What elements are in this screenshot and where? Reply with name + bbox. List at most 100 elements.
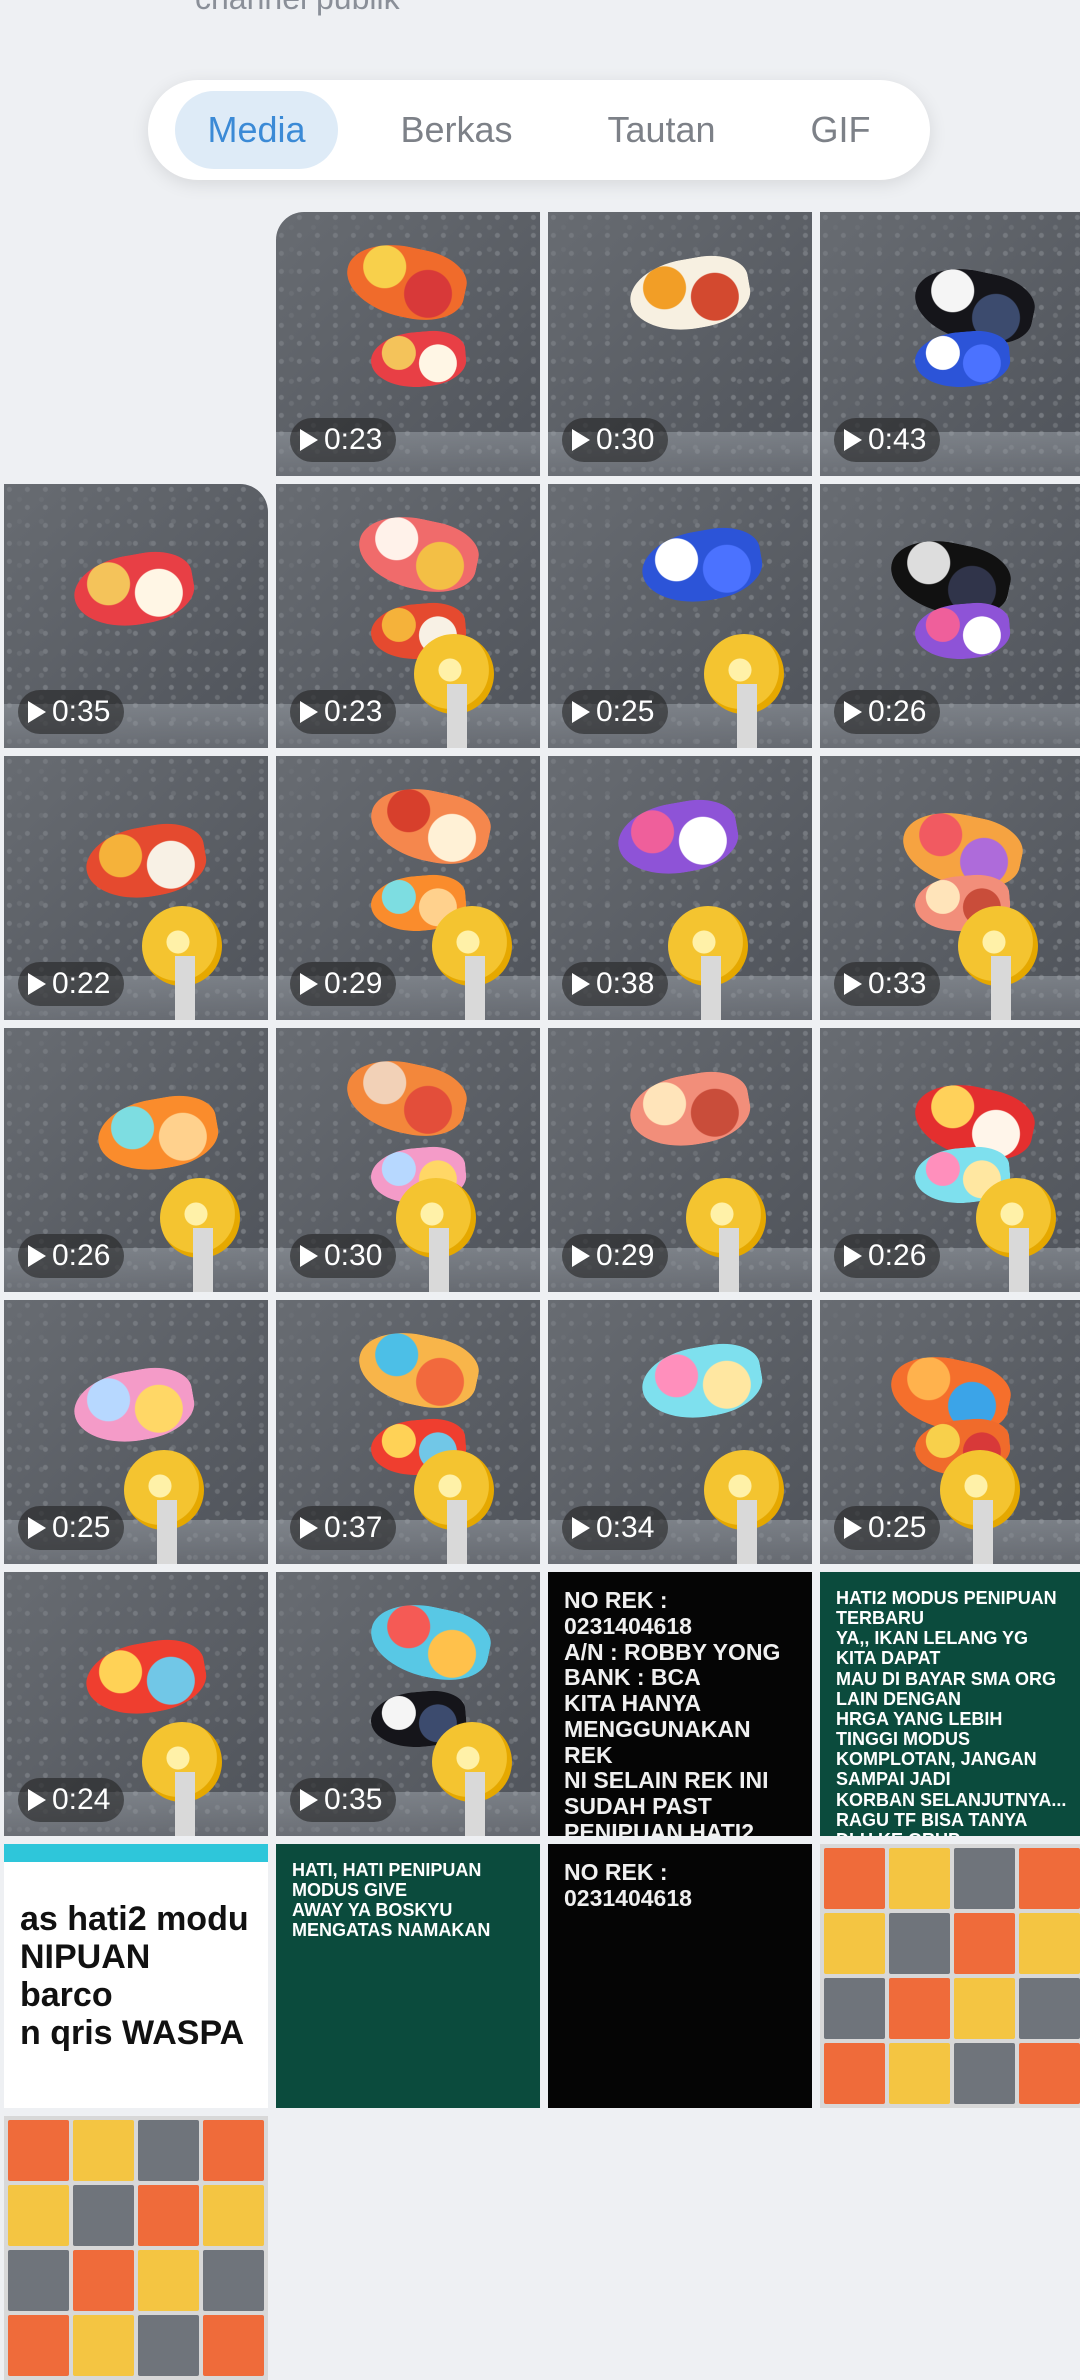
video-duration-badge: 0:30 [290,1234,397,1278]
video-duration-badge: 0:23 [290,418,397,462]
duration-label: 0:24 [52,1783,111,1816]
image-text-line: HATI2 MODUS PENIPUAN TERBARU [836,1588,1057,1629]
video-thumbnail[interactable]: 0:23 [276,484,540,748]
text-image-thumbnail[interactable]: NO REK : 0231404618 A/N : ROBBY YONG BANK … [548,1572,812,1836]
video-thumbnail[interactable]: 0:34 [548,1300,812,1564]
collage-tile [1019,1913,1080,1974]
video-thumbnail[interactable]: 0:35 [276,1572,540,1836]
video-duration-badge: 0:23 [290,690,397,734]
image-text-line: MAU DI BAYAR SMA ORG LAIN DENGAN [836,1668,1057,1709]
tab-files[interactable]: Berkas [368,91,544,169]
collage-tile [203,2120,264,2181]
collage-tile [73,2120,134,2181]
video-thumbnail[interactable]: 0:30 [548,212,812,476]
play-icon [844,701,862,723]
video-duration-badge: 0:24 [18,1778,125,1822]
aquarium-stick [175,956,195,1020]
image-text: NO REK : 0231404618 A/N : ROBBY YONG BANK … [548,1572,812,1836]
video-thumbnail[interactable]: 0:43 [820,212,1080,476]
betta-fish [352,1323,484,1417]
video-thumbnail[interactable]: 0:33 [820,756,1080,1020]
play-icon [572,701,590,723]
video-duration-badge: 0:26 [18,1234,125,1278]
video-thumbnail[interactable]: 0:25 [820,1300,1080,1564]
betta-fish [624,1065,756,1155]
duration-label: 0:30 [596,423,655,456]
collage-tile [889,1848,950,1909]
play-icon [844,973,862,995]
video-duration-badge: 0:35 [290,1778,397,1822]
aquarium-stick [157,1500,177,1564]
aquarium-stick [719,1228,739,1292]
collage-tile [824,1978,885,2039]
collage-tile [203,2250,264,2311]
video-duration-badge: 0:25 [562,690,669,734]
video-thumbnail[interactable]: 0:26 [4,1028,268,1292]
image-text-line: NIPUAN barco [20,1938,151,2015]
video-thumbnail[interactable]: 0:37 [276,1300,540,1564]
video-thumbnail[interactable]: 0:26 [820,1028,1080,1292]
aquarium-stick [737,684,757,748]
video-duration-badge: 0:30 [562,418,669,462]
tab-gif[interactable]: GIF [778,91,902,169]
betta-fish [624,249,756,339]
play-icon [572,429,590,451]
duration-label: 0:34 [596,1511,655,1544]
image-text-line: BANK : BCA [564,1664,701,1691]
image-text: HATI2 MODUS PENIPUAN TERBARU YA,, IKAN LE… [820,1572,1080,1836]
betta-fish [912,599,1013,664]
text-image-thumbnail[interactable]: as hati2 modu NIPUAN barco n qris WASPA [4,1844,268,2108]
video-thumbnail[interactable]: 0:24 [4,1572,268,1836]
play-icon [572,973,590,995]
video-thumbnail[interactable]: 0:22 [4,756,268,1020]
video-duration-badge: 0:29 [290,962,397,1006]
video-thumbnail[interactable]: 0:26 [820,484,1080,748]
play-icon [28,1517,46,1539]
collage-thumbnail[interactable] [4,2116,268,2380]
play-icon [28,701,46,723]
video-thumbnail[interactable]: 0:29 [276,756,540,1020]
image-text-line: as hati2 modu [20,1900,249,1938]
image-text-line: HRGA YANG LEBIH TINGGI MODUS [836,1708,1003,1750]
image-text-line: KITA HANYA MENGGUNAKAN REK [564,1690,751,1768]
video-thumbnail[interactable]: 0:35 [4,484,268,748]
duration-label: 0:23 [324,695,383,728]
play-icon [300,429,318,451]
collage-tile [138,2250,199,2311]
play-icon [844,1517,862,1539]
collage-tile [889,1913,950,1974]
video-thumbnail[interactable]: 0:29 [548,1028,812,1292]
text-image-thumbnail[interactable]: NO REK : 0231404618 [548,1844,812,2108]
betta-fish [364,1595,496,1689]
play-icon [844,429,862,451]
betta-fish [80,1633,212,1723]
duration-label: 0:35 [52,695,111,728]
video-thumbnail[interactable]: 0:38 [548,756,812,1020]
collage-tile [73,2250,134,2311]
image-text-line: NO REK : 0231404618 [564,1859,692,1911]
video-duration-badge: 0:38 [562,962,669,1006]
text-image-thumbnail[interactable]: HATI2 MODUS PENIPUAN TERBARU YA,, IKAN LE… [820,1572,1080,1836]
play-icon [572,1245,590,1267]
video-thumbnail[interactable]: 0:23 [276,212,540,476]
video-thumbnail[interactable]: 0:30 [276,1028,540,1292]
video-thumbnail[interactable]: 0:25 [4,1300,268,1564]
aquarium-stick [193,1228,213,1292]
duration-label: 0:25 [868,1511,927,1544]
play-icon [572,1517,590,1539]
betta-fish [912,327,1013,392]
betta-fish [352,507,484,601]
video-thumbnail[interactable]: 0:25 [548,484,812,748]
collage-thumbnail[interactable] [820,1844,1080,2108]
text-image-thumbnail[interactable]: HATI, HATI PENIPUAN MODUS GIVE AWAY YA BO… [276,1844,540,2108]
aquarium-stick [429,1228,449,1292]
collage-tile [1019,1848,1080,1909]
aquarium-stick [973,1500,993,1564]
collage-tile [138,2120,199,2181]
aquarium-stick [1009,1228,1029,1292]
collage-tile [8,2250,69,2311]
tab-media[interactable]: Media [175,91,338,169]
betta-fish [636,521,768,611]
tab-links[interactable]: Tautan [575,91,747,169]
collage-tile [73,2185,134,2246]
